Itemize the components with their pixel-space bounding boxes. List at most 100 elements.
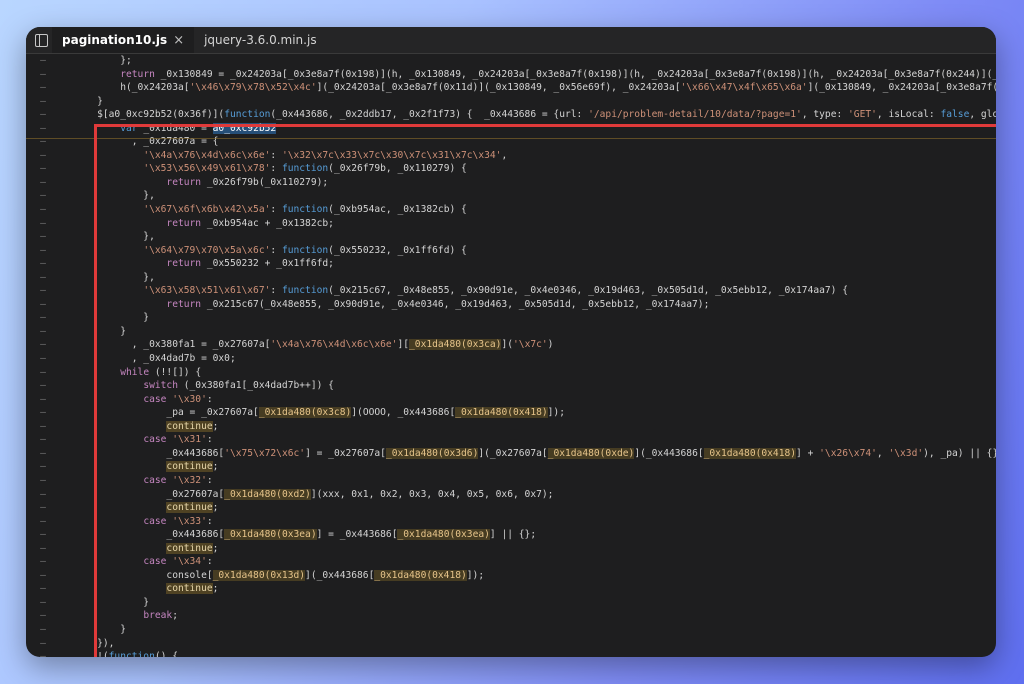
code-text: return _0xb954ac + _0x1382cb; xyxy=(166,217,334,229)
line-gutter-marker[interactable]: – xyxy=(26,542,60,556)
line-gutter-marker[interactable]: – xyxy=(26,108,60,122)
code-text: _pa = _0x27607a[_0x1da480(0x3c8)](OOOO, … xyxy=(74,407,565,419)
code-line: – return _0x215c67(_0x48e855, _0x90d91e,… xyxy=(26,298,996,312)
code-text: switch (_0x380fa1[_0x4dad7b++]) { xyxy=(143,380,334,392)
line-gutter-marker[interactable]: – xyxy=(26,515,60,529)
code-line: – '\x64\x79\x70\x5a\x6c': function(_0x55… xyxy=(26,244,996,258)
line-gutter-marker[interactable]: – xyxy=(26,149,60,163)
code-text: console[_0x1da480(0x13d)](_0x443686[_0x1… xyxy=(74,569,485,581)
line-gutter-marker[interactable]: – xyxy=(26,596,60,610)
line-gutter-marker[interactable]: – xyxy=(26,352,60,366)
current-line-marker xyxy=(26,138,996,139)
line-gutter-marker[interactable]: – xyxy=(26,271,60,285)
line-gutter-marker[interactable]: – xyxy=(26,474,60,488)
code-text: '\x67\x6f\x6b\x42\x5a': function(_0xb954… xyxy=(143,204,467,216)
code-text: '\x4a\x76\x4d\x6c\x6e': '\x32\x7c\x33\x7… xyxy=(143,149,508,161)
code-text: case '\x32': xyxy=(143,474,213,486)
line-gutter-marker[interactable]: – xyxy=(26,122,60,136)
sidebar-toggle-icon[interactable] xyxy=(30,27,52,53)
code-line: – continue; xyxy=(26,501,996,515)
line-gutter-marker[interactable]: – xyxy=(26,447,60,461)
line-gutter-marker[interactable]: – xyxy=(26,460,60,474)
code-line: – } xyxy=(26,623,996,637)
line-gutter-marker[interactable]: – xyxy=(26,54,60,68)
code-text: _0x443686[_0x1da480(0x3ea)] = _0x443686[… xyxy=(74,529,537,541)
code-text: '\x63\x58\x51\x61\x67': function(_0x215c… xyxy=(143,285,849,297)
code-text: , _0x4dad7b = 0x0; xyxy=(74,353,236,365)
line-gutter-marker[interactable]: – xyxy=(26,379,60,393)
code-text: } xyxy=(74,95,103,107)
tab-bar: pagination10.js × jquery-3.6.0.min.js xyxy=(26,27,996,54)
line-gutter-marker[interactable]: – xyxy=(26,623,60,637)
code-line: – case '\x30': xyxy=(26,393,996,407)
code-text: } xyxy=(74,623,126,635)
code-line: – return _0x130849 = _0x24203a[_0x3e8a7f… xyxy=(26,68,996,82)
code-text: continue; xyxy=(166,502,219,514)
code-text: $[a0_0xc92b52(0x36f)](function(_0x443686… xyxy=(74,109,996,121)
code-text: } xyxy=(74,312,150,324)
code-line: – , _0x380fa1 = _0x27607a['\x4a\x76\x4d\… xyxy=(26,338,996,352)
code-text: continue; xyxy=(166,583,219,595)
code-line: – }, xyxy=(26,189,996,203)
line-gutter-marker[interactable]: – xyxy=(26,311,60,325)
code-line: – _0x443686[_0x1da480(0x3ea)] = _0x44368… xyxy=(26,528,996,542)
line-gutter-marker[interactable]: – xyxy=(26,582,60,596)
code-line: – while (!![]) { xyxy=(26,366,996,380)
line-gutter-marker[interactable]: – xyxy=(26,433,60,447)
line-gutter-marker[interactable]: – xyxy=(26,406,60,420)
line-gutter-marker[interactable]: – xyxy=(26,338,60,352)
code-line: – switch (_0x380fa1[_0x4dad7b++]) { xyxy=(26,379,996,393)
tab-pagination10-js[interactable]: pagination10.js × xyxy=(52,27,195,53)
line-gutter-marker[interactable]: – xyxy=(26,203,60,217)
code-text: h(_0x24203a['\x46\x79\x78\x52\x4c'](_0x2… xyxy=(74,82,996,94)
line-gutter-marker[interactable]: – xyxy=(26,189,60,203)
code-line: – _0x27607a[_0x1da480(0xd2)](xxx, 0x1, 0… xyxy=(26,488,996,502)
line-gutter-marker[interactable]: – xyxy=(26,244,60,258)
code-text: case '\x31': xyxy=(143,434,213,446)
code-line: – $[a0_0xc92b52(0x36f)](function(_0x4436… xyxy=(26,108,996,122)
line-gutter-marker[interactable]: – xyxy=(26,95,60,109)
code-text: }, xyxy=(74,190,155,202)
line-gutter-marker[interactable]: – xyxy=(26,230,60,244)
code-text: var _0x1da480 = a0_0xc92b52 xyxy=(120,122,277,134)
line-gutter-marker[interactable]: – xyxy=(26,393,60,407)
code-text: } xyxy=(74,596,150,608)
line-gutter-marker[interactable]: – xyxy=(26,650,60,657)
code-line: – }, xyxy=(26,230,996,244)
code-text: continue; xyxy=(166,461,219,473)
close-icon[interactable]: × xyxy=(173,33,184,48)
line-gutter-marker[interactable]: – xyxy=(26,637,60,651)
code-line: – case '\x31': xyxy=(26,433,996,447)
line-gutter-marker[interactable]: – xyxy=(26,488,60,502)
line-gutter-marker[interactable]: – xyxy=(26,366,60,380)
line-gutter-marker[interactable]: – xyxy=(26,609,60,623)
code-line: – } xyxy=(26,596,996,610)
line-gutter-marker[interactable]: – xyxy=(26,81,60,95)
tab-jquery-min-js[interactable]: jquery-3.6.0.min.js xyxy=(194,27,326,53)
code-line: – } xyxy=(26,325,996,339)
code-text: }; xyxy=(74,55,132,66)
line-gutter-marker[interactable]: – xyxy=(26,555,60,569)
code-text: case '\x33': xyxy=(143,515,213,527)
line-gutter-marker[interactable]: – xyxy=(26,528,60,542)
line-gutter-marker[interactable]: – xyxy=(26,325,60,339)
code-view[interactable]: – }; – return _0x130849 = _0x24203a[_0x3e… xyxy=(26,54,996,657)
line-gutter-marker[interactable]: – xyxy=(26,176,60,190)
code-line: – console[_0x1da480(0x13d)](_0x443686[_0… xyxy=(26,569,996,583)
code-line: – }, xyxy=(26,271,996,285)
code-text: break; xyxy=(143,610,178,622)
line-gutter-marker[interactable]: – xyxy=(26,162,60,176)
code-line: – break; xyxy=(26,609,996,623)
line-gutter-marker[interactable]: – xyxy=(26,284,60,298)
line-gutter-marker[interactable]: – xyxy=(26,217,60,231)
code-text: return _0x550232 + _0x1ff6fd; xyxy=(166,258,334,270)
code-line: – }; xyxy=(26,54,996,68)
line-gutter-marker[interactable]: – xyxy=(26,298,60,312)
code-line: – return _0xb954ac + _0x1382cb; xyxy=(26,217,996,231)
line-gutter-marker[interactable]: – xyxy=(26,68,60,82)
line-gutter-marker[interactable]: – xyxy=(26,257,60,271)
code-line: – continue; xyxy=(26,460,996,474)
line-gutter-marker[interactable]: – xyxy=(26,420,60,434)
line-gutter-marker[interactable]: – xyxy=(26,569,60,583)
line-gutter-marker[interactable]: – xyxy=(26,501,60,515)
